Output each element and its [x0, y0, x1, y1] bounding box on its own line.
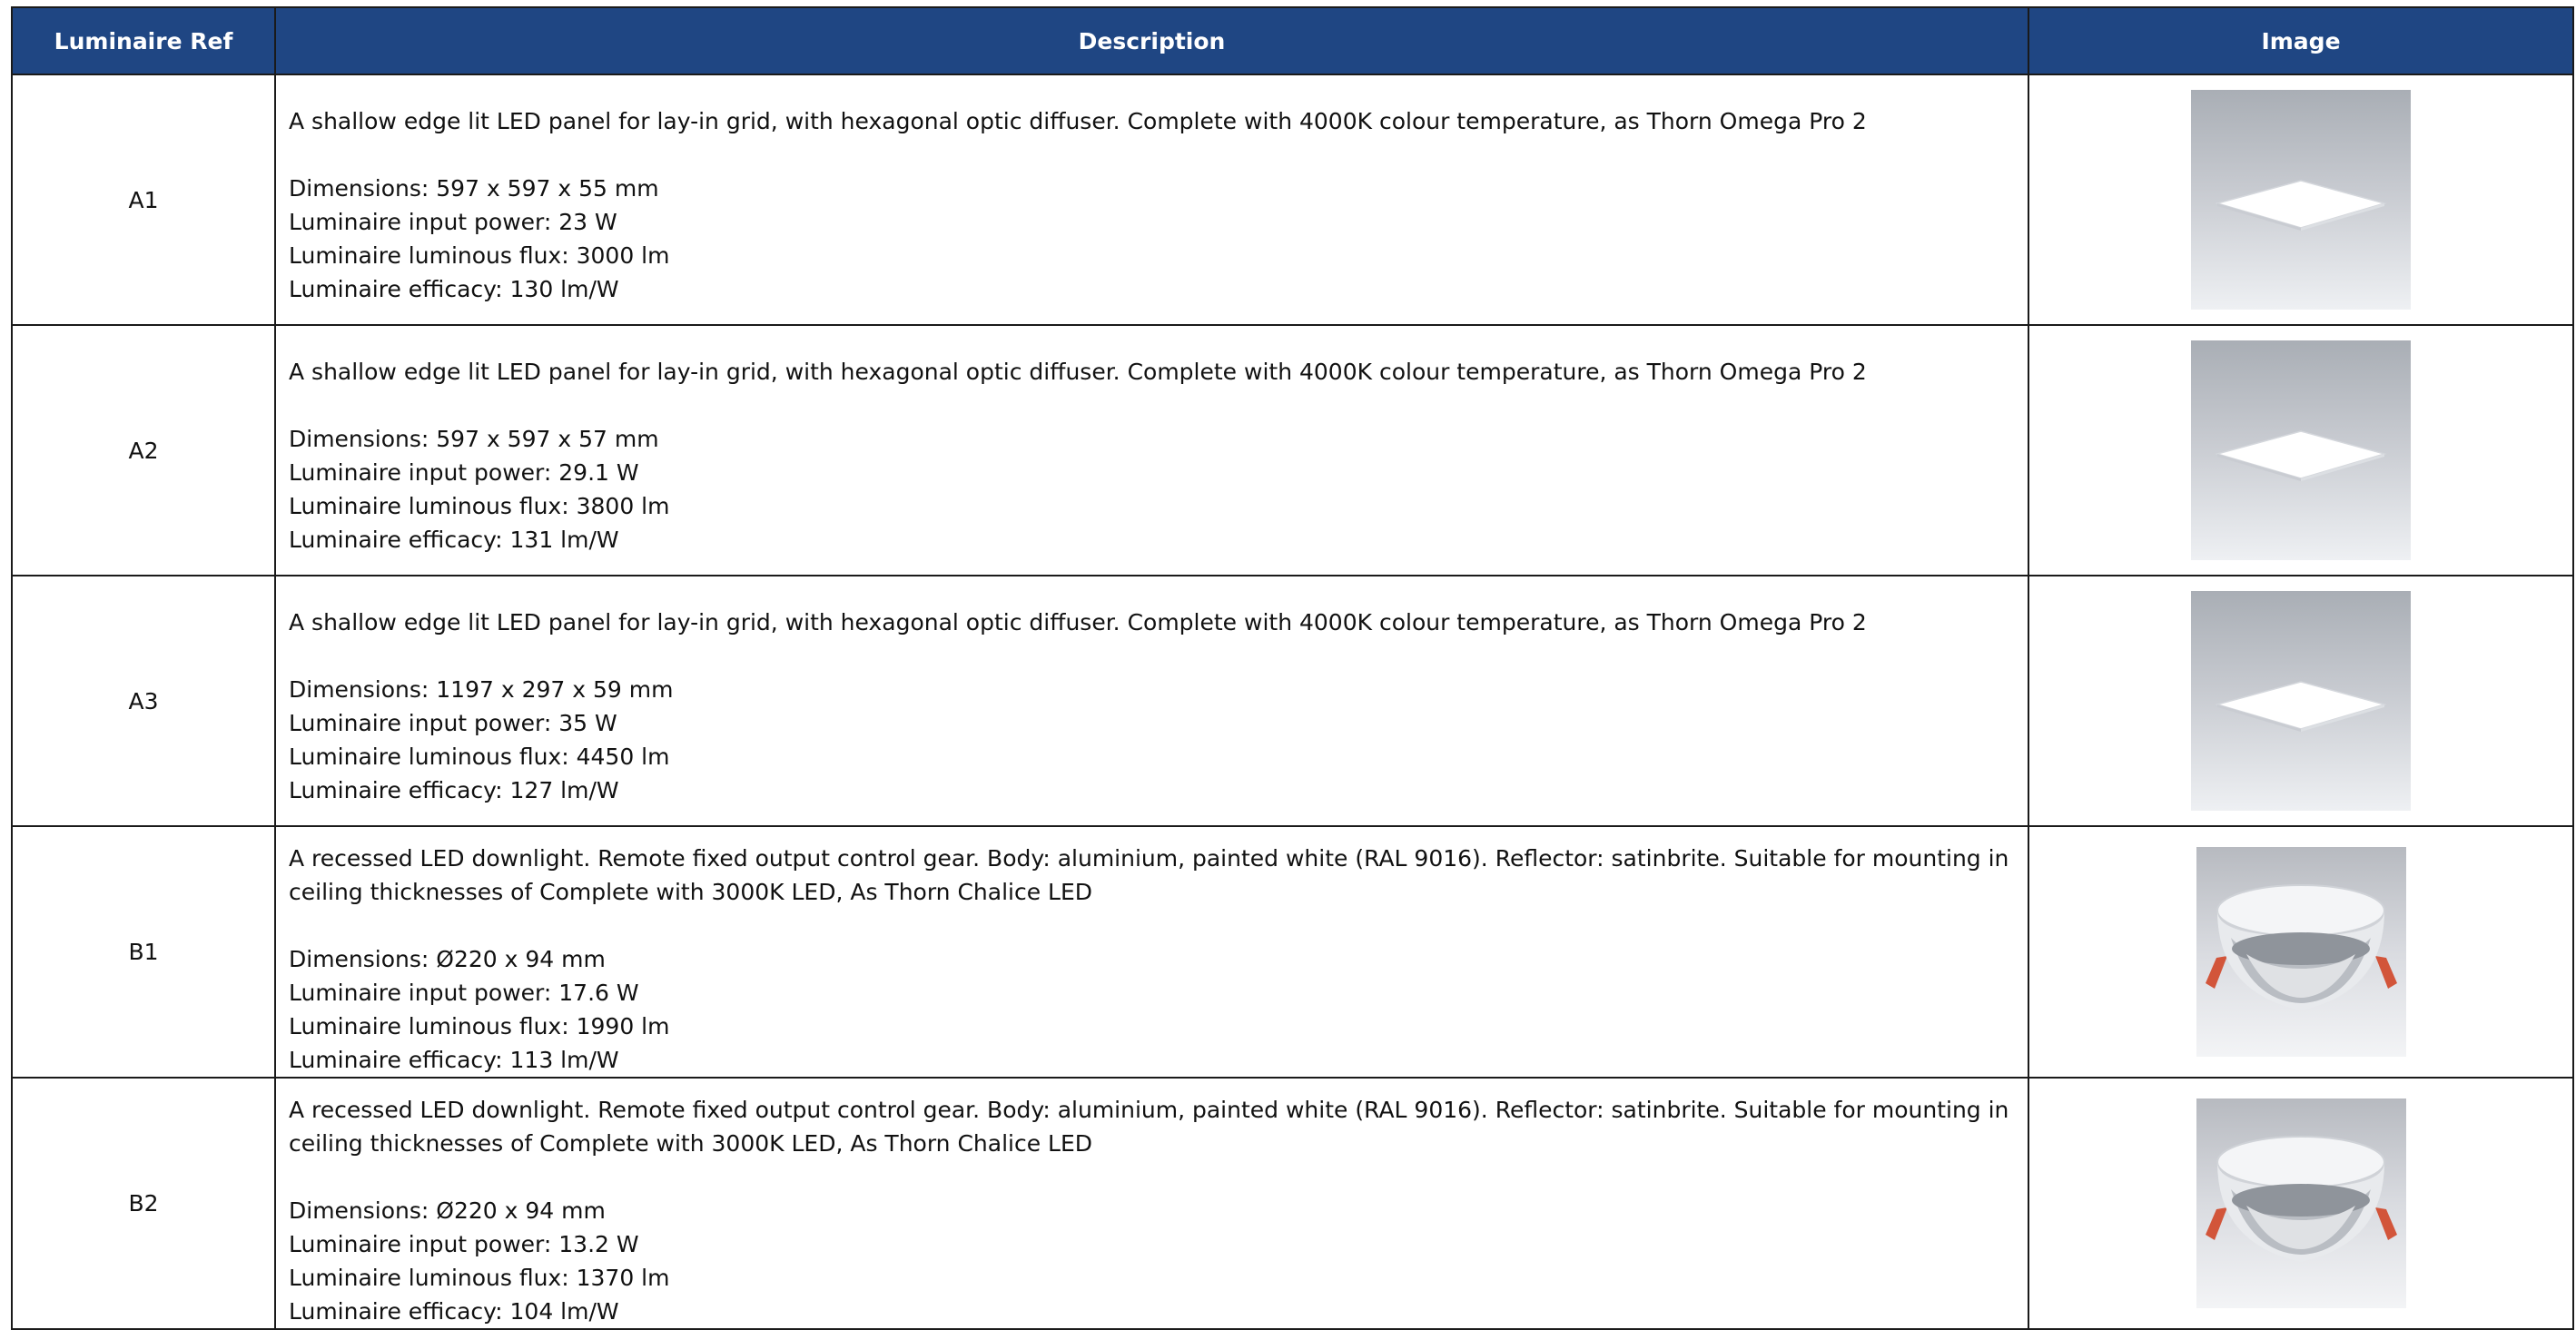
luminaire-ref: A1 — [11, 74, 276, 326]
luminaire-table: Luminaire Ref Description Image A1 A sha… — [11, 6, 2574, 1330]
image-cell — [2028, 1077, 2574, 1330]
spec-efficacy: Luminaire efficacy: 113 lm/W — [289, 1047, 619, 1073]
header-description: Description — [274, 6, 2029, 75]
header-image: Image — [2028, 6, 2574, 75]
spec-luminous-flux: Luminaire luminous flux: 3800 lm — [289, 493, 670, 519]
panel-light-icon — [2191, 591, 2411, 811]
description-cell: A recessed LED downlight. Remote fixed o… — [274, 825, 2029, 1079]
table-row: A2 A shallow edge lit LED panel for lay-… — [11, 324, 2574, 576]
header-luminaire-ref: Luminaire Ref — [11, 6, 276, 75]
description-text: A shallow edge lit LED panel for lay-in … — [289, 359, 1867, 385]
spec-luminous-flux: Luminaire luminous flux: 4450 lm — [289, 744, 670, 770]
spec-efficacy: Luminaire efficacy: 131 lm/W — [289, 527, 619, 553]
table-row: B1 A recessed LED downlight. Remote fixe… — [11, 825, 2574, 1079]
spec-efficacy: Luminaire efficacy: 130 lm/W — [289, 276, 619, 302]
spec-input-power: Luminaire input power: 29.1 W — [289, 459, 639, 486]
spec-luminous-flux: Luminaire luminous flux: 1990 lm — [289, 1013, 670, 1039]
image-cell — [2028, 825, 2574, 1079]
spec-input-power: Luminaire input power: 17.6 W — [289, 980, 639, 1006]
luminaire-schedule: Luminaire Ref Description Image A1 A sha… — [11, 6, 2574, 1330]
spec-input-power: Luminaire input power: 13.2 W — [289, 1231, 639, 1257]
spec-luminous-flux: Luminaire luminous flux: 3000 lm — [289, 242, 670, 269]
downlight-icon — [2196, 847, 2406, 1057]
description-cell: A shallow edge lit LED panel for lay-in … — [274, 74, 2029, 326]
spec-dimensions: Dimensions: 597 x 597 x 57 mm — [289, 426, 659, 452]
description-text: A recessed LED downlight. Remote fixed o… — [289, 1097, 2009, 1157]
spec-dimensions: Dimensions: Ø220 x 94 mm — [289, 946, 606, 972]
image-cell — [2028, 575, 2574, 827]
table-row: A1 A shallow edge lit LED panel for lay-… — [11, 74, 2574, 326]
spec-efficacy: Luminaire efficacy: 127 lm/W — [289, 777, 619, 803]
luminaire-ref: A2 — [11, 324, 276, 576]
description-text: A shallow edge lit LED panel for lay-in … — [289, 108, 1867, 134]
spec-input-power: Luminaire input power: 23 W — [289, 209, 617, 235]
description-text: A shallow edge lit LED panel for lay-in … — [289, 609, 1867, 635]
description-cell: A shallow edge lit LED panel for lay-in … — [274, 575, 2029, 827]
description-text: A recessed LED downlight. Remote fixed o… — [289, 845, 2009, 905]
description-cell: A recessed LED downlight. Remote fixed o… — [274, 1077, 2029, 1330]
table-row: A3 A shallow edge lit LED panel for lay-… — [11, 575, 2574, 827]
downlight-icon — [2196, 1098, 2406, 1308]
spec-input-power: Luminaire input power: 35 W — [289, 710, 617, 736]
spec-dimensions: Dimensions: 597 x 597 x 55 mm — [289, 175, 659, 202]
spec-dimensions: Dimensions: Ø220 x 94 mm — [289, 1197, 606, 1224]
luminaire-ref: B2 — [11, 1077, 276, 1330]
table-row: B2 A recessed LED downlight. Remote fixe… — [11, 1077, 2574, 1330]
description-cell: A shallow edge lit LED panel for lay-in … — [274, 324, 2029, 576]
panel-light-icon — [2191, 340, 2411, 560]
spec-luminous-flux: Luminaire luminous flux: 1370 lm — [289, 1265, 670, 1291]
image-cell — [2028, 74, 2574, 326]
header-row: Luminaire Ref Description Image — [11, 6, 2574, 75]
spec-dimensions: Dimensions: 1197 x 297 x 59 mm — [289, 676, 674, 703]
panel-light-icon — [2191, 90, 2411, 310]
spec-efficacy: Luminaire efficacy: 104 lm/W — [289, 1298, 619, 1325]
luminaire-ref: A3 — [11, 575, 276, 827]
luminaire-ref: B1 — [11, 825, 276, 1079]
image-cell — [2028, 324, 2574, 576]
